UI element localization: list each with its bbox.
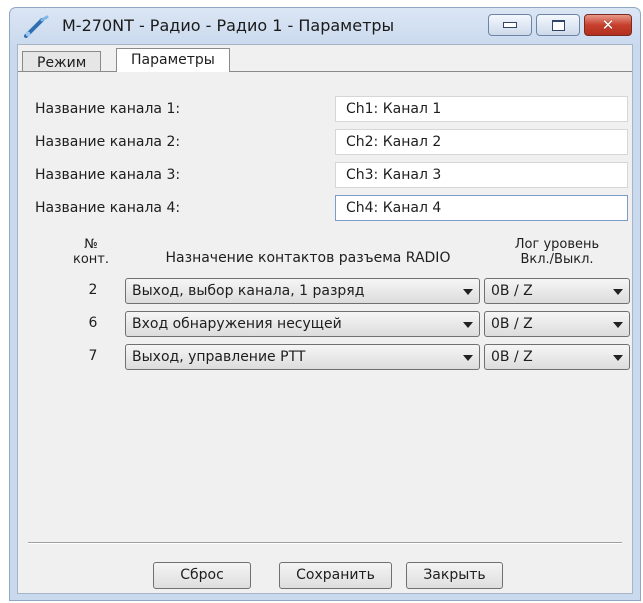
contact-number: 6 bbox=[88, 315, 98, 331]
level-select[interactable]: 0В / Z bbox=[484, 278, 630, 304]
assignment-select[interactable]: Вход обнаружения несущей bbox=[125, 311, 480, 337]
channel-1-label: Название канала 1: bbox=[35, 101, 181, 117]
level-value: 0В / Z bbox=[491, 316, 533, 332]
level-header-line1: Лог уровень bbox=[514, 237, 600, 252]
level-header: Лог уровень Вкл./Выкл. bbox=[484, 237, 630, 267]
channel-row: Название канала 1: bbox=[18, 96, 632, 122]
assignment-value: Выход, управление PTT bbox=[132, 349, 306, 365]
contact-header-line2: конт. bbox=[72, 252, 109, 267]
contact-number: 7 bbox=[88, 348, 98, 364]
channel-row: Название канала 4: bbox=[18, 195, 632, 221]
assignment-value: Выход, выбор канала, 1 разряд bbox=[132, 283, 365, 299]
save-button[interactable]: Сохранить bbox=[279, 562, 392, 589]
channel-1-input[interactable] bbox=[335, 96, 628, 122]
tab-divider bbox=[18, 71, 632, 72]
channel-4-input[interactable] bbox=[335, 195, 628, 221]
footer-divider bbox=[28, 542, 622, 544]
assignment-select[interactable]: Выход, выбор канала, 1 разряд bbox=[125, 278, 480, 304]
channel-row: Название канала 2: bbox=[18, 129, 632, 155]
client-area: Режим Параметры Название канала 1: Назва… bbox=[17, 44, 633, 594]
channel-4-label: Название канала 4: bbox=[35, 200, 181, 216]
level-header-line2: Вкл./Выкл. bbox=[520, 252, 594, 267]
level-select[interactable]: 0В / Z bbox=[484, 344, 630, 370]
channel-2-label: Название канала 2: bbox=[35, 134, 181, 150]
chevron-down-icon bbox=[463, 322, 473, 328]
channel-3-label: Название канала 3: bbox=[35, 167, 181, 183]
channel-row: Название канала 3: bbox=[18, 162, 632, 188]
channel-2-input[interactable] bbox=[335, 129, 628, 155]
chevron-down-icon bbox=[613, 355, 623, 361]
chevron-down-icon bbox=[613, 289, 623, 295]
assignment-header: Назначение контактов разъема RADIO bbox=[165, 250, 451, 266]
assignment-value: Вход обнаружения несущей bbox=[132, 316, 342, 332]
channel-3-input[interactable] bbox=[335, 162, 628, 188]
contact-number: 2 bbox=[88, 282, 98, 298]
assignment-select[interactable]: Выход, управление PTT bbox=[125, 344, 480, 370]
minimize-button[interactable] bbox=[488, 14, 532, 36]
tab-parameters[interactable]: Параметры bbox=[116, 48, 230, 72]
window-title: M-270NT - Радио - Радио 1 - Параметры bbox=[62, 16, 395, 35]
chevron-down-icon bbox=[613, 322, 623, 328]
level-select[interactable]: 0В / Z bbox=[484, 311, 630, 337]
level-value: 0В / Z bbox=[491, 283, 533, 299]
contact-header-line1: № bbox=[84, 237, 98, 252]
chevron-down-icon bbox=[463, 289, 473, 295]
app-icon bbox=[24, 15, 49, 38]
dialog-window: M-270NT - Радио - Радио 1 - Параметры ✕ … bbox=[9, 7, 641, 601]
minimize-icon bbox=[503, 22, 517, 28]
close-button[interactable]: Закрыть bbox=[406, 562, 503, 589]
tab-strip: Режим Параметры bbox=[18, 45, 632, 72]
chevron-down-icon bbox=[463, 355, 473, 361]
level-value: 0В / Z bbox=[491, 349, 533, 365]
contact-number-header: № конт. bbox=[61, 237, 121, 267]
maximize-icon bbox=[551, 19, 565, 31]
close-icon: ✕ bbox=[601, 15, 615, 34]
tab-mode[interactable]: Режим bbox=[22, 51, 102, 71]
close-window-button[interactable]: ✕ bbox=[584, 14, 632, 36]
title-bar[interactable]: M-270NT - Радио - Радио 1 - Параметры ✕ bbox=[10, 8, 640, 44]
reset-button[interactable]: Сброс bbox=[153, 562, 251, 589]
maximize-button[interactable] bbox=[536, 14, 580, 36]
